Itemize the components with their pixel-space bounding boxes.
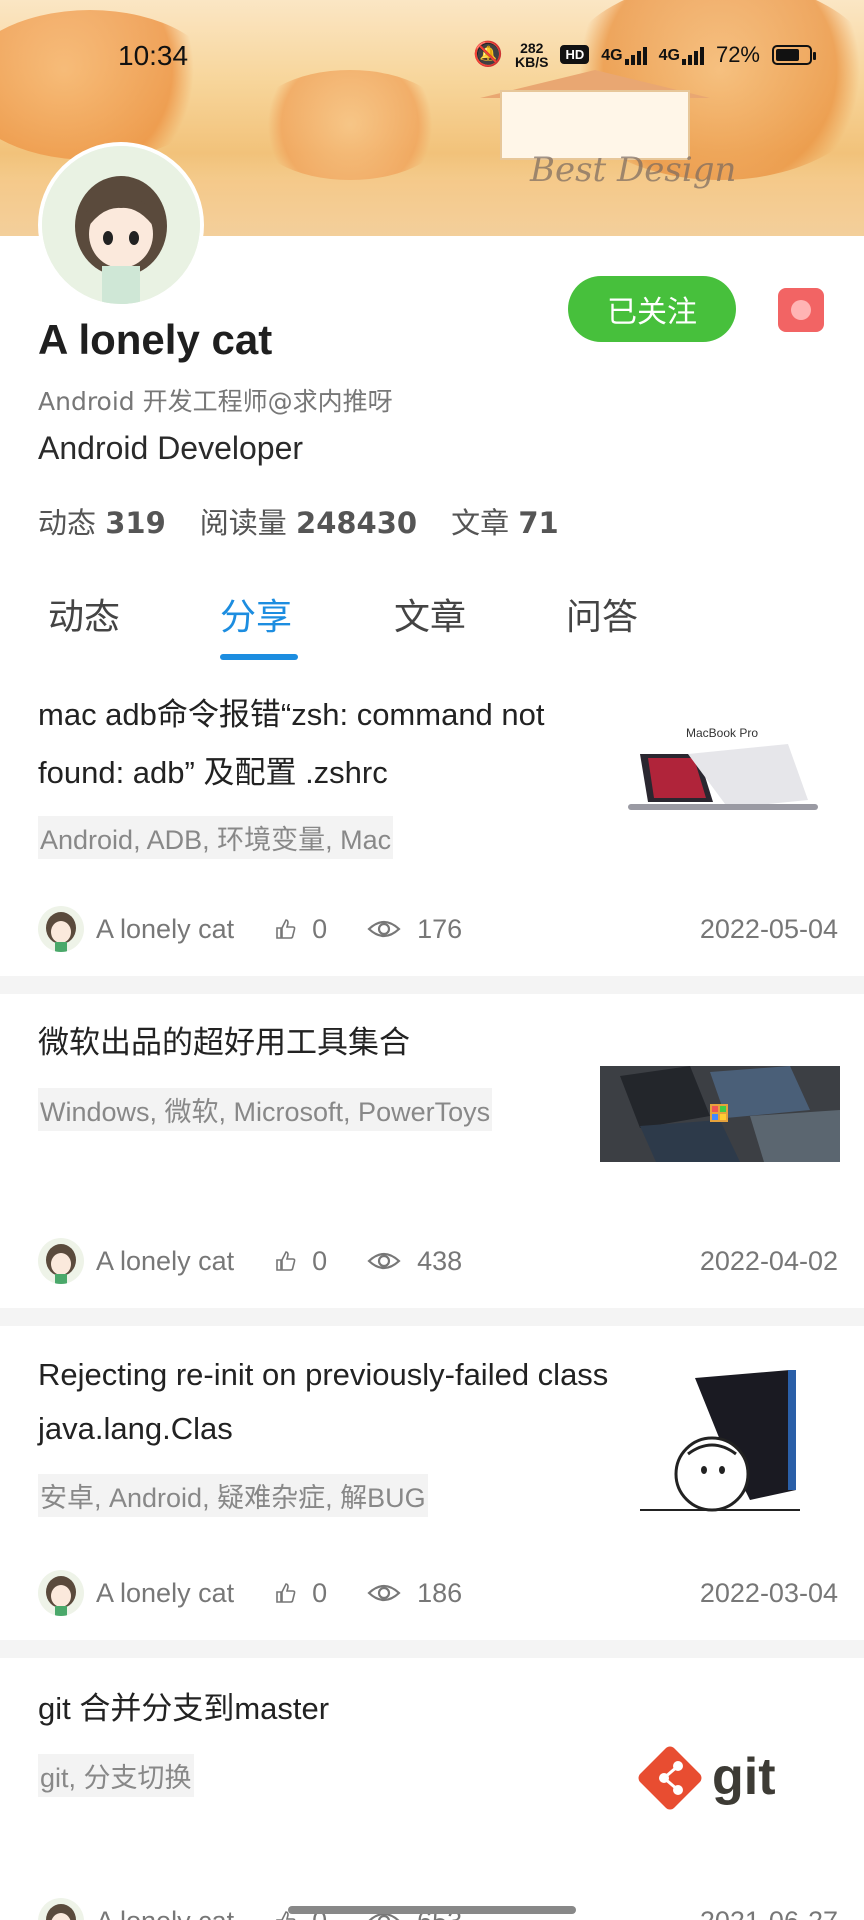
more-icon: [791, 300, 811, 320]
article-meta: A lonely cat 0 186 2022-03-04: [38, 1568, 838, 1618]
like-count: 0: [312, 1577, 328, 1608]
home-indicator[interactable]: [288, 1906, 576, 1914]
macbook-label: MacBook Pro: [686, 726, 758, 740]
profile-subtitle: Android 开发工程师@求内推呀: [38, 387, 393, 416]
eye-icon: [367, 1584, 401, 1602]
article-thumbnail[interactable]: MacBook Pro: [618, 722, 828, 832]
profile-stats: 动态 319 阅读量 248430 文章 71: [38, 500, 559, 542]
article-thumbnail[interactable]: [640, 1370, 800, 1520]
article-tags: 安卓, Android, 疑难杂症, 解BUG: [38, 1474, 428, 1517]
author-avatar[interactable]: [38, 1570, 84, 1616]
battery-icon: [772, 44, 816, 65]
article-meta: A lonely cat 0 438 2022-04-02: [38, 1236, 838, 1286]
signal-4g-icon-2: 4G: [659, 45, 704, 65]
eye-icon: [367, 920, 401, 938]
tab-indicator: [220, 654, 298, 660]
battery-percent: 72%: [715, 41, 760, 67]
article-card[interactable]: git 合并分支到master git, 分支切换 git A lonely c…: [0, 1658, 864, 1920]
article-date: 2022-04-02: [699, 1245, 838, 1276]
article-tags: git, 分支切换: [38, 1754, 194, 1797]
article-tags: Android, ADB, 环境变量, Mac: [38, 816, 394, 859]
article-title[interactable]: git 合并分支到master: [38, 1680, 618, 1738]
author-name[interactable]: A lonely cat: [96, 1906, 234, 1920]
thumbs-up-icon[interactable]: [274, 918, 296, 940]
author-name[interactable]: A lonely cat: [96, 1246, 234, 1277]
card-divider: [0, 1308, 864, 1326]
author-name[interactable]: A lonely cat: [96, 1578, 234, 1609]
article-date: 2022-05-04: [699, 913, 838, 944]
stat-reads: 阅读量 248430: [199, 506, 418, 540]
follow-button[interactable]: 已关注: [568, 276, 736, 342]
view-count: 438: [417, 1245, 463, 1276]
article-card[interactable]: 微软出品的超好用工具集合 Windows, 微软, Microsoft, Pow…: [0, 994, 864, 1308]
author-avatar[interactable]: [38, 906, 84, 952]
stat-posts[interactable]: 动态 319: [38, 500, 166, 542]
article-title[interactable]: 微软出品的超好用工具集合: [38, 1014, 618, 1072]
author-name[interactable]: A lonely cat: [96, 914, 234, 945]
network-speed: 282 KB/S: [515, 39, 549, 70]
article-thumbnail[interactable]: [600, 1066, 840, 1162]
author-avatar[interactable]: [38, 1238, 84, 1284]
tab-articles[interactable]: 文章: [394, 588, 466, 640]
more-options-button[interactable]: [778, 288, 824, 332]
card-divider: [0, 1640, 864, 1658]
author-avatar[interactable]: [38, 1898, 84, 1920]
article-card[interactable]: Rejecting re-init on previously-failed c…: [0, 1326, 864, 1640]
article-tags: Windows, 微软, Microsoft, PowerToys: [38, 1088, 493, 1131]
profile-bio: Android Developer: [38, 430, 304, 466]
profile-name: A lonely cat: [38, 316, 273, 363]
like-count: 0: [312, 1245, 328, 1276]
article-meta: A lonely cat 0 176 2022-05-04: [38, 904, 838, 954]
tab-share[interactable]: 分享: [220, 588, 292, 640]
eye-icon: [367, 1252, 401, 1270]
card-divider: [0, 976, 864, 994]
stat-articles[interactable]: 文章 71: [451, 500, 559, 542]
profile-tabs: 动态 分享 文章 问答: [0, 580, 864, 660]
article-date: 2021-06-27: [700, 1906, 838, 1920]
banner-signature: Best Design: [530, 150, 737, 190]
tab-posts[interactable]: 动态: [48, 588, 120, 640]
view-count: 176: [417, 913, 463, 944]
signal-4g-icon: 4G: [601, 45, 647, 65]
article-card[interactable]: mac adb命令报错“zsh: command not found: adb”…: [0, 662, 864, 976]
article-title[interactable]: Rejecting re-init on previously-failed c…: [38, 1348, 618, 1456]
article-date: 2022-03-04: [699, 1577, 838, 1608]
article-thumbnail[interactable]: git: [636, 1738, 816, 1818]
mute-bell-icon: 🔕: [473, 41, 504, 68]
view-count: 186: [417, 1577, 463, 1608]
hd-icon: HD: [560, 45, 590, 64]
tab-qa[interactable]: 问答: [566, 588, 638, 640]
status-time: 10:34: [118, 40, 189, 71]
profile-avatar[interactable]: [38, 142, 204, 308]
like-count: 0: [312, 913, 328, 944]
thumbs-up-icon[interactable]: [274, 1250, 296, 1272]
thumbs-up-icon[interactable]: [274, 1582, 296, 1604]
article-title[interactable]: mac adb命令报错“zsh: command not found: adb”…: [38, 686, 618, 802]
git-logo-text: git: [712, 1748, 776, 1806]
status-bar: 10:34 🔕 282 KB/S HD 4G 4G 72%: [0, 0, 864, 110]
